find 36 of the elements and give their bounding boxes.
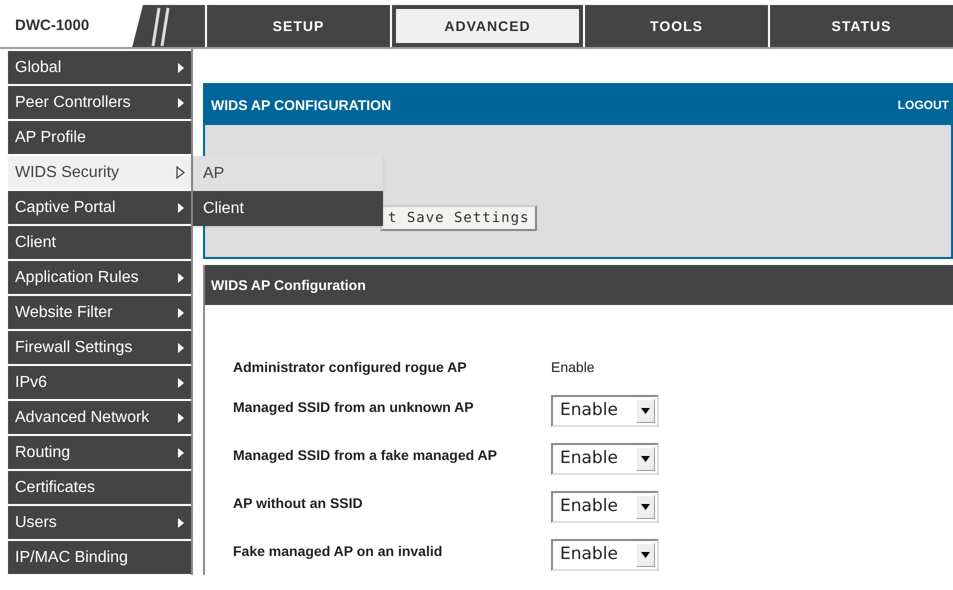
sidebar-item[interactable]: Application Rules <box>8 261 191 294</box>
page-title: WIDS AP CONFIGURATION <box>211 96 392 114</box>
submenu-item[interactable]: AP <box>193 156 383 191</box>
nav-tab[interactable]: TOOLS <box>585 5 768 47</box>
nav-tab[interactable]: STATUS <box>770 5 953 47</box>
nav-tab[interactable]: SETUP <box>207 5 390 47</box>
field-value: Enable <box>551 358 595 377</box>
sidebar-item[interactable]: IPv6 <box>8 366 191 399</box>
dropdown[interactable]: Enable <box>551 539 659 571</box>
field-label: Managed SSID from a fake managed AP <box>233 446 498 465</box>
field-label: AP without an SSID <box>233 494 364 513</box>
sidebar-item[interactable]: Peer Controllers <box>8 86 191 119</box>
sidebar-item[interactable]: Certificates <box>8 471 191 504</box>
logout-link[interactable]: LOGOUT <box>898 96 949 114</box>
sidebar-item[interactable]: IP/MAC Binding <box>8 541 191 574</box>
nav-tab[interactable]: ADVANCED <box>392 5 583 47</box>
dropdown[interactable]: Enable <box>551 443 659 475</box>
sidebar-item[interactable]: WIDS Security <box>8 156 191 189</box>
sidebar-item[interactable]: Users <box>8 506 191 539</box>
sidebar-item[interactable]: Website Filter <box>8 296 191 329</box>
sidebar-item[interactable]: Captive Portal <box>8 191 191 224</box>
logo-text: DWC-1000 <box>15 16 90 36</box>
sidebar-item[interactable]: Global <box>8 51 191 84</box>
sidebar-item[interactable]: Client <box>8 226 191 259</box>
field-label: Fake managed AP on an invalid <box>233 542 444 561</box>
sidebar-item[interactable]: Routing <box>8 436 191 469</box>
sidebar-item[interactable]: Firewall Settings <box>8 331 191 364</box>
submenu-item[interactable]: Client <box>193 191 383 226</box>
save-settings-button[interactable]: t Save Settings <box>380 205 538 231</box>
dropdown[interactable]: Enable <box>551 395 659 427</box>
field-label: Administrator configured rogue AP <box>233 358 468 377</box>
dropdown[interactable]: Enable <box>551 491 659 523</box>
section-title: WIDS AP Configuration <box>211 276 366 295</box>
sidebar-item[interactable]: Advanced Network <box>8 401 191 434</box>
field-label: Managed SSID from an unknown AP <box>233 398 475 417</box>
sidebar-item[interactable]: AP Profile <box>8 121 191 154</box>
